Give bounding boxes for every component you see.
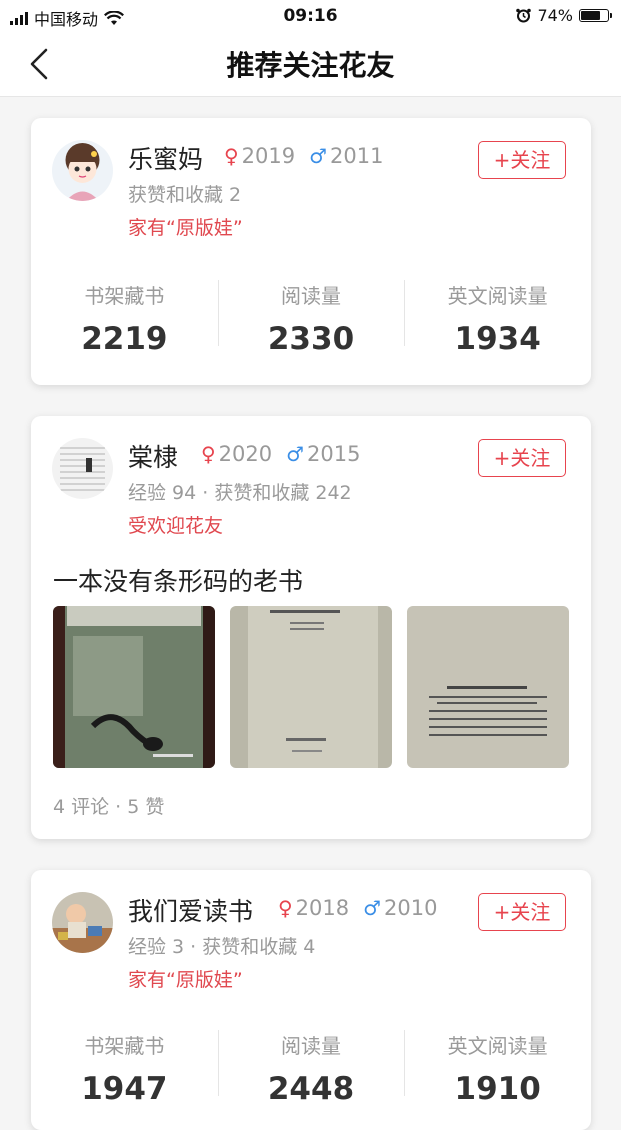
male-icon: ♂ bbox=[363, 896, 382, 920]
male-icon: ♂ bbox=[309, 144, 328, 168]
children-years: ♀ 2020 ♂ 2015 bbox=[201, 442, 361, 466]
user-badge: 受欢迎花友 bbox=[128, 515, 224, 537]
boy-year: ♂ 2011 bbox=[309, 144, 384, 168]
user-name[interactable]: 棠棣 bbox=[128, 438, 178, 474]
reading-stats: 书架藏书 2219 阅读量 2330 英文阅读量 1934 bbox=[31, 280, 591, 370]
navigation-bar: 推荐关注花友 bbox=[0, 32, 621, 97]
user-meta: 经验 3 · 获赞和收藏 4 bbox=[128, 936, 316, 958]
post-stats: 4 评论 · 5 赞 bbox=[53, 796, 165, 818]
user-badge: 家有“原版娃” bbox=[128, 217, 243, 239]
male-icon: ♂ bbox=[286, 442, 305, 466]
stat-reading: 阅读量 2448 bbox=[217, 1030, 405, 1120]
reading-stats: 书架藏书 1947 阅读量 2448 英文阅读量 1910 bbox=[31, 1030, 591, 1120]
post-title[interactable]: 一本没有条形码的老书 bbox=[53, 562, 303, 598]
female-icon: ♀ bbox=[201, 442, 216, 466]
status-bar: 中国移动 09:16 74% bbox=[0, 0, 621, 32]
alarm-icon bbox=[516, 8, 532, 23]
female-icon: ♀ bbox=[278, 896, 293, 920]
follow-button[interactable]: +关注 bbox=[478, 439, 566, 477]
user-name[interactable]: 我们爱读书 bbox=[128, 892, 253, 928]
user-meta: 获赞和收藏 2 bbox=[128, 184, 242, 206]
stat-english-reading: 英文阅读量 1910 bbox=[404, 1030, 591, 1120]
stat-bookshelf: 书架藏书 1947 bbox=[81, 1034, 168, 1107]
user-card[interactable]: 乐蜜妈 ♀ 2019 ♂ 2011 获赞和收藏 2 家有“原版娃” +关注 书架藏书… bbox=[31, 118, 591, 385]
follow-button[interactable]: +关注 bbox=[478, 141, 566, 179]
user-card[interactable]: 棠棣 ♀ 2020 ♂ 2015 经验 94 · 获赞和收藏 242 受欢迎花友 +… bbox=[31, 416, 591, 839]
post-photo[interactable] bbox=[53, 606, 215, 768]
avatar[interactable] bbox=[52, 438, 113, 499]
children-years: ♀ 2019 ♂ 2011 bbox=[224, 144, 384, 168]
children-years: ♀ 2018 ♂ 2010 bbox=[278, 896, 438, 920]
follow-button[interactable]: +关注 bbox=[478, 893, 566, 931]
female-icon: ♀ bbox=[224, 144, 239, 168]
battery-icon bbox=[579, 9, 612, 22]
stat-english-reading: 英文阅读量 1934 bbox=[404, 280, 591, 370]
battery-percent: 74% bbox=[537, 6, 573, 25]
user-card[interactable]: 我们爱读书 ♀ 2018 ♂ 2010 经验 3 · 获赞和收藏 4 家有“原版娃”… bbox=[31, 870, 591, 1130]
girl-year: ♀ 2018 bbox=[278, 896, 350, 920]
page-title: 推荐关注花友 bbox=[226, 49, 395, 82]
girl-year: ♀ 2019 bbox=[224, 144, 296, 168]
girl-year: ♀ 2020 bbox=[201, 442, 273, 466]
avatar[interactable] bbox=[52, 892, 113, 953]
user-badge: 家有“原版娃” bbox=[128, 969, 243, 991]
status-right: 74% bbox=[516, 6, 612, 25]
boy-year: ♂ 2015 bbox=[286, 442, 361, 466]
post-photo[interactable] bbox=[230, 606, 392, 768]
avatar[interactable] bbox=[52, 140, 113, 201]
user-meta: 经验 94 · 获赞和收藏 242 bbox=[128, 482, 352, 504]
post-photo[interactable] bbox=[407, 606, 569, 768]
stat-reading: 阅读量 2330 bbox=[217, 280, 405, 370]
user-name[interactable]: 乐蜜妈 bbox=[128, 140, 203, 176]
boy-year: ♂ 2010 bbox=[363, 896, 438, 920]
stat-bookshelf: 书架藏书 2219 bbox=[81, 284, 168, 357]
